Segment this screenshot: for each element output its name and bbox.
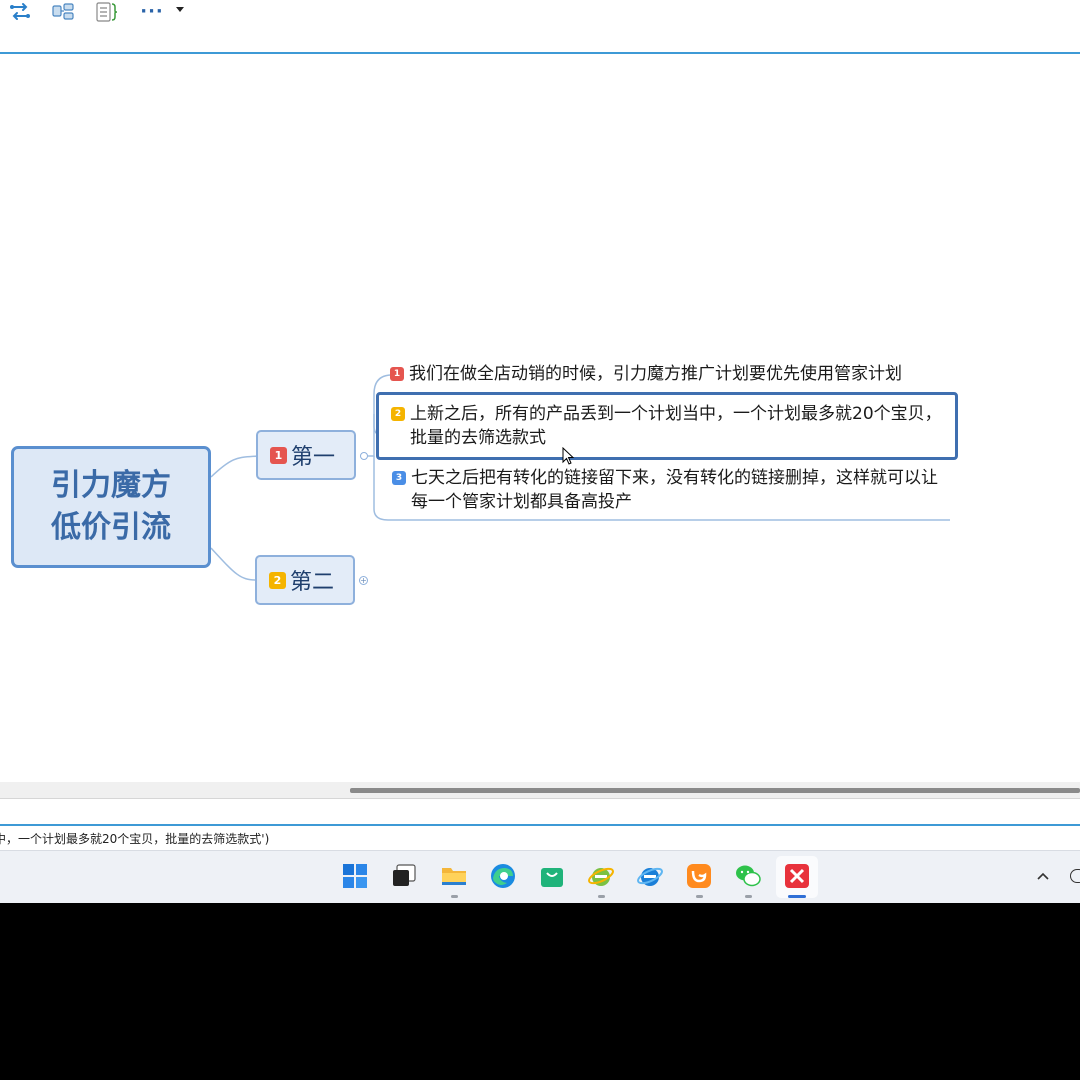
scrollbar-thumb[interactable] [350,788,1080,793]
ie-blue-icon[interactable] [635,861,665,891]
priority-badge-2: 2 [391,407,405,421]
branch-label: 第一 [291,445,336,470]
connector-central-branch2 [210,547,257,581]
subtopic-1[interactable]: 1 我们在做全店动销的时候，引力魔方推广计划要优先使用管家计划 [390,362,950,386]
collapse-toggle-icon[interactable] [360,452,368,460]
app-window: ··· 引力魔方 低价引流 1 第一 2 第二 + 1 我们在做全店动销的时候，… [0,0,1080,903]
active-indicator [788,895,806,898]
running-indicator [696,895,703,898]
mindmap-canvas[interactable]: 引力魔方 低价引流 1 第一 2 第二 + 1 我们在做全店动销的时候，引力魔方… [0,54,1080,782]
edge-browser-icon[interactable] [488,861,518,891]
chevron-down-icon[interactable] [176,7,184,12]
panel-spacer [0,799,1080,824]
task-view-icon[interactable] [389,861,419,891]
running-indicator [451,895,458,898]
ie-browser-icon[interactable] [586,861,616,891]
branch-topic-2[interactable]: 2 第二 [255,555,355,605]
central-topic-label: 引力魔方 低价引流 [51,468,171,545]
subtopic-text: 上新之后，所有的产品丢到一个计划当中，一个计划最多就20个宝贝，批量的去筛选款式 [410,404,942,448]
horizontal-scrollbar[interactable] [0,782,1080,799]
central-topic[interactable]: 引力魔方 低价引流 [11,446,211,568]
subtopic-2-selected[interactable]: 2 上新之后，所有的产品丢到一个计划当中，一个计划最多就20个宝贝，批量的去筛选… [376,392,958,460]
more-options-label: ··· [140,1,164,22]
subtopic-text: 七天之后把有转化的链接留下来，没有转化的链接删掉，这样就可以让每一个管家计划都具… [411,468,938,512]
connector-central-branch1 [210,455,259,478]
shopping-bag-icon[interactable] [537,861,567,891]
expand-toggle-icon[interactable]: + [359,576,368,585]
priority-badge-2: 2 [269,571,286,589]
priority-badge-1: 1 [270,446,287,464]
taskbar [0,850,1080,903]
branch-label: 第二 [290,570,335,595]
subtopic-text: 我们在做全店动销的时候，引力魔方推广计划要优先使用管家计划 [409,364,902,384]
structure-icon[interactable] [50,0,76,24]
priority-badge-3: 3 [392,471,406,485]
windows-start-icon[interactable] [340,861,370,891]
wechat-icon[interactable] [733,861,763,891]
layout-swap-icon[interactable] [8,0,32,24]
central-topic-text: 引力魔方 低价引流 [31,465,191,549]
uc-browser-icon[interactable] [684,861,714,891]
running-indicator [598,895,605,898]
subtopic-3[interactable]: 3 七天之后把有转化的链接留下来，没有转化的链接删掉，这样就可以让每一个管家计划… [392,466,948,514]
file-explorer-icon[interactable] [439,861,469,891]
priority-badge-1: 1 [390,367,404,381]
mouse-cursor-icon [562,447,575,465]
chevron-up-icon[interactable] [1036,869,1050,885]
branch-topic-1[interactable]: 1 第一 [256,430,356,480]
running-indicator [745,895,752,898]
xmind-icon[interactable] [782,861,812,891]
toolbar: ··· [0,0,1080,54]
status-text: 中，一个计划最多就20个宝贝，批量的去筛选款式') [0,832,270,846]
more-options-button[interactable]: ··· [140,0,164,24]
status-bar: 中，一个计划最多就20个宝贝，批量的去筛选款式') [0,824,1080,850]
tray-cloud-icon[interactable] [1070,869,1080,883]
outline-icon[interactable] [94,0,120,24]
